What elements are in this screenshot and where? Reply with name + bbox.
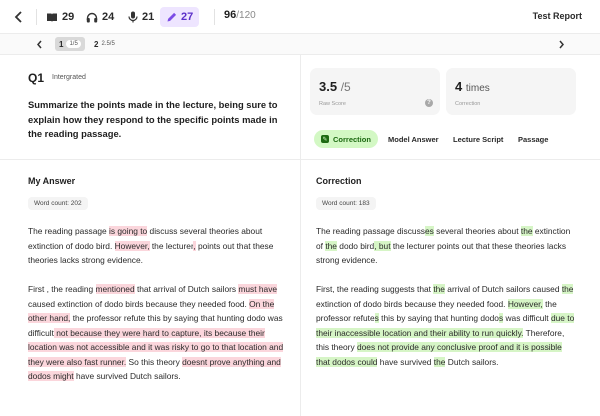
error-highlight: is going to (109, 226, 148, 236)
test-report-link[interactable]: Test Report (533, 11, 582, 21)
essay-text: this by saying that hunting dodo (378, 313, 499, 323)
page-tab-1[interactable]: 1 1/5 (55, 37, 85, 51)
raw-score-caption: Raw Score (319, 101, 346, 107)
column-divider (300, 55, 301, 416)
essay-text: have survived (377, 356, 434, 367)
essay-paragraph: First , the reading mentioned that arriv… (28, 282, 290, 384)
essay-text: caused extinction of dodo birds because … (28, 298, 250, 309)
essay-text: arrival of Dutch sailors caused (444, 284, 562, 294)
listening-stat[interactable]: 24 (86, 8, 114, 26)
top-bar: 29 24 21 27 96/120 Test Report (0, 0, 600, 34)
divider (36, 9, 37, 25)
raw-score-value: 3.5 (319, 79, 338, 94)
my-answer-text: The reading passage is going to discuss … (28, 224, 290, 398)
fix-highlight: , but (374, 240, 391, 251)
correction-count-value: 4 (455, 79, 463, 94)
speaking-count: 21 (142, 11, 155, 23)
next-page-button[interactable] (554, 37, 568, 51)
writing-stat[interactable]: 27 (160, 7, 200, 27)
correction-word-count: Word count: 183 (316, 197, 376, 210)
writing-count: 27 (181, 11, 194, 23)
fix-highlight: the (433, 284, 445, 294)
essay-text: that arrival of Dutch sailors (134, 284, 239, 294)
essay-text: extinction of dodo birds because they ne… (316, 298, 508, 309)
essay-text: The reading passage (28, 226, 110, 236)
score-total: /120 (236, 10, 256, 21)
essay-text: First, the reading suggests that (316, 284, 434, 294)
section-divider (301, 159, 600, 160)
fix-highlight: es (424, 226, 434, 236)
essay-paragraph: The reading passage discusses several th… (316, 224, 578, 268)
error-highlight: must have (238, 284, 278, 294)
my-answer-title: My Answer (28, 176, 76, 186)
previous-page-button[interactable] (32, 37, 46, 51)
tab-label: Lecture Script (453, 134, 504, 144)
essay-text: dodo bird (336, 240, 375, 251)
essay-text: Dutch sailors. (445, 356, 499, 367)
chevron-right-icon (558, 40, 564, 48)
section-divider (0, 159, 300, 160)
essay-text: have survived Dutch sailors. (73, 371, 181, 381)
tab-label: Passage (518, 134, 549, 144)
raw-score-unit: /5 (340, 80, 351, 94)
tab-correction[interactable]: ✎ Correction (314, 130, 378, 148)
fix-highlight: the (433, 356, 446, 367)
essay-text: So this theory (126, 356, 183, 367)
back-button[interactable] (10, 8, 28, 26)
essay-text: The reading passage discuss (316, 226, 425, 236)
page-navigation: 1 1/5 2 2.5/5 (0, 34, 600, 55)
edit-icon: ✎ (321, 135, 329, 143)
score-value: 96 (224, 9, 237, 21)
page-number: 1 (59, 39, 64, 49)
book-icon (47, 13, 57, 22)
error-highlight: However, (114, 240, 150, 251)
fix-highlight: the (325, 240, 337, 251)
reading-count: 29 (62, 11, 75, 23)
listening-count: 24 (102, 11, 115, 23)
tab-label: Correction (333, 134, 371, 144)
page-score: 1/5 (66, 40, 81, 48)
speaking-stat[interactable]: 21 (128, 8, 154, 26)
fix-highlight: the (561, 284, 574, 294)
essay-text: several theories about (433, 226, 521, 236)
chevron-left-icon (14, 11, 22, 23)
fix-highlight: However, (507, 298, 543, 309)
correction-title: Correction (316, 176, 362, 186)
total-score: 96/120 (224, 9, 256, 21)
essay-text: was difficult (503, 313, 551, 323)
chevron-left-icon (36, 40, 42, 48)
tab-lecture-script[interactable]: Lecture Script (453, 130, 503, 148)
headphones-icon (86, 12, 98, 22)
correction-count-caption: Correction (455, 101, 481, 107)
microphone-icon (128, 11, 138, 23)
essay-paragraph: The reading passage is going to discuss … (28, 224, 290, 268)
essay-text: the lecturer (149, 240, 194, 251)
page-score: 2.5/5 (101, 41, 115, 47)
reading-stat[interactable]: 29 (46, 8, 74, 26)
correction-count-unit: times (465, 83, 490, 94)
fix-highlight: the (520, 226, 533, 236)
pencil-icon (167, 12, 177, 21)
info-icon[interactable]: ? (425, 99, 433, 107)
error-highlight: mentioned (95, 284, 135, 294)
question-type: Intergrated (52, 74, 86, 81)
raw-score-card: 3.5 /5 Raw Score ? (310, 68, 440, 115)
tab-passage[interactable]: Passage (518, 130, 548, 148)
divider (214, 9, 215, 25)
essay-paragraph: First, the reading suggests that the arr… (316, 282, 578, 369)
correction-count-card: 4 times Correction (446, 68, 576, 115)
my-answer-word-count: Word count: 202 (28, 197, 88, 210)
page-tab-2[interactable]: 2 2.5/5 (90, 37, 119, 51)
tab-label: Model Answer (388, 134, 439, 144)
question-prompt: Summarize the points made in the lecture… (28, 99, 278, 139)
page-number: 2 (94, 39, 99, 49)
question-number: Q1 (28, 71, 45, 85)
tab-model-answer[interactable]: Model Answer (388, 130, 439, 148)
correction-text: The reading passage discusses several th… (316, 224, 578, 384)
essay-text: First , the reading (28, 284, 96, 294)
